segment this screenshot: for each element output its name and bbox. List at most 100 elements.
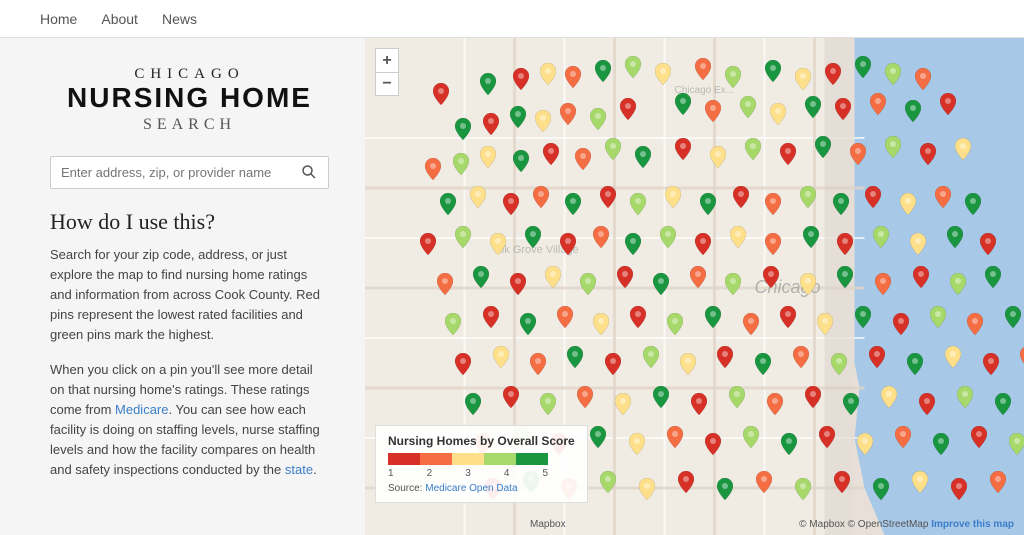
zoom-out-button[interactable]: − [375,72,399,96]
map-pin[interactable] [873,226,889,246]
map-pin[interactable] [763,266,779,286]
map-pin[interactable] [835,98,851,118]
map-pin[interactable] [780,306,796,326]
map-pin[interactable] [700,193,716,213]
map-pin[interactable] [875,273,891,293]
map-pin[interactable] [900,193,916,213]
map-pin[interactable] [990,471,1006,491]
map-pin[interactable] [595,60,611,80]
map-pin[interactable] [870,93,886,113]
map-pin[interactable] [655,63,671,83]
map-pin[interactable] [503,193,519,213]
map-pin[interactable] [815,136,831,156]
map-pin[interactable] [819,426,835,446]
map-pin[interactable] [590,108,606,128]
map-pin[interactable] [470,186,486,206]
map-pin[interactable] [869,346,885,366]
map-pin[interactable] [653,386,669,406]
map-pin[interactable] [729,386,745,406]
map-pin[interactable] [947,226,963,246]
map-pin[interactable] [600,471,616,491]
map-pin[interactable] [945,346,961,366]
map-pin[interactable] [653,273,669,293]
map-pin[interactable] [480,73,496,93]
map-pin[interactable] [951,478,967,498]
search-button[interactable] [290,157,328,187]
map-pin[interactable] [971,426,987,446]
map-pin[interactable] [1009,433,1024,453]
map-pin[interactable] [705,306,721,326]
map-pin[interactable] [881,386,897,406]
nav-home[interactable]: Home [40,11,77,27]
map-pin[interactable] [1005,306,1021,326]
improve-map-link[interactable]: Improve this map [931,519,1014,530]
map-pin[interactable] [420,233,436,253]
map-pin[interactable] [480,146,496,166]
map-pin[interactable] [605,138,621,158]
map-pin[interactable] [843,393,859,413]
map-pin[interactable] [725,66,741,86]
map-pin[interactable] [590,426,606,446]
map-pin[interactable] [850,143,866,163]
map-pin[interactable] [957,386,973,406]
map-pin[interactable] [935,186,951,206]
map-pin[interactable] [940,93,956,113]
map-pin[interactable] [445,313,461,333]
map-pin[interactable] [825,63,841,83]
map-pin[interactable] [755,353,771,373]
map-pin[interactable] [625,233,641,253]
map-pin[interactable] [565,66,581,86]
map-pin[interactable] [510,273,526,293]
map-pin[interactable] [630,193,646,213]
map-pin[interactable] [743,426,759,446]
map-pin[interactable] [580,273,596,293]
map-pin[interactable] [565,193,581,213]
map-pin[interactable] [873,478,889,498]
map-pin[interactable] [705,100,721,120]
map-pin[interactable] [695,233,711,253]
nav-about[interactable]: About [101,11,138,27]
map-pin[interactable] [885,136,901,156]
map-pin[interactable] [857,433,873,453]
map-pin[interactable] [740,96,756,116]
map-pin[interactable] [800,273,816,293]
map-pin[interactable] [425,158,441,178]
map-pin[interactable] [805,96,821,116]
map-pin[interactable] [725,273,741,293]
map-pin[interactable] [513,150,529,170]
map-pin[interactable] [525,226,541,246]
map-pin[interactable] [575,148,591,168]
map-pin[interactable] [440,193,456,213]
map-pin[interactable] [577,386,593,406]
map-pin[interactable] [557,306,573,326]
map-pin[interactable] [933,433,949,453]
map-pin[interactable] [831,353,847,373]
map-pin[interactable] [675,138,691,158]
map-pin[interactable] [520,313,536,333]
map-pin[interactable] [540,393,556,413]
map-pin[interactable] [837,233,853,253]
map-pin[interactable] [756,471,772,491]
map-pin[interactable] [433,83,449,103]
map-pin[interactable] [625,56,641,76]
map-pin[interactable] [915,68,931,88]
map-pin[interactable] [635,146,651,166]
map-pin[interactable] [765,193,781,213]
map-pin[interactable] [983,353,999,373]
medicare-link[interactable]: Medicare [115,402,168,417]
map-pin[interactable] [717,478,733,498]
map-pin[interactable] [593,226,609,246]
map-pin[interactable] [560,233,576,253]
map-pin[interactable] [780,143,796,163]
map-pin[interactable] [675,93,691,113]
map-pin[interactable] [919,393,935,413]
map-pin[interactable] [765,60,781,80]
map-pin[interactable] [483,306,499,326]
map-pin[interactable] [617,266,633,286]
map-pin[interactable] [717,346,733,366]
map-pin[interactable] [660,226,676,246]
map-pin[interactable] [855,306,871,326]
map-pin[interactable] [691,393,707,413]
map-pin[interactable] [800,186,816,206]
map-pin[interactable] [535,110,551,130]
